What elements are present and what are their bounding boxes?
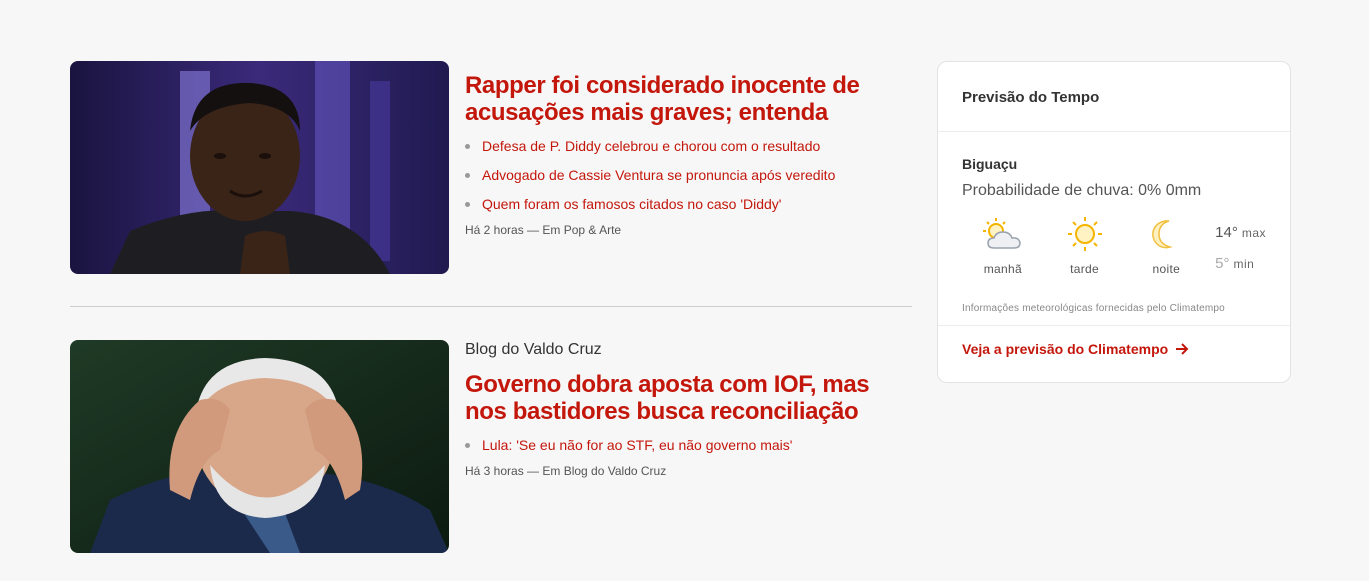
sun-icon	[1067, 217, 1102, 251]
weather-credit: Informações meteorológicas fornecidas pe…	[962, 303, 1225, 314]
related-link[interactable]: Lula: 'Se eu não for ao STF, eu não gove…	[482, 437, 792, 453]
news-content: Rapper foi considerado inocente de acusa…	[465, 61, 912, 274]
news-thumbnail-rapper[interactable]	[70, 61, 449, 274]
temp-max: 14° max	[1215, 224, 1266, 241]
news-divider	[70, 306, 912, 307]
moon-icon	[1152, 220, 1174, 249]
temp-max-label: max	[1241, 226, 1267, 240]
related-links: Lula: 'Se eu não for ao STF, eu não gove…	[465, 437, 912, 454]
related-item: Lula: 'Se eu não for ao STF, eu não gove…	[465, 437, 912, 454]
period-morning: manhã	[962, 216, 1044, 276]
news-item: Rapper foi considerado inocente de acusa…	[70, 61, 912, 274]
period-label: tarde	[1070, 262, 1099, 276]
news-meta: Há 2 horas — Em Pop & Arte	[465, 223, 622, 237]
period-afternoon: tarde	[1044, 216, 1126, 276]
news-headline[interactable]: Rapper foi considerado inocente de acusa…	[465, 72, 912, 126]
news-kicker[interactable]: Blog do Valdo Cruz	[465, 340, 912, 359]
temperatures: 14° max 5° min	[1215, 216, 1266, 272]
news-content: Blog do Valdo Cruz Governo dobra aposta …	[465, 340, 912, 553]
related-item: Defesa de P. Diddy celebrou e chorou com…	[465, 138, 912, 155]
weather-body: Biguaçu Probabilidade de chuva: 0% 0mm m…	[938, 132, 1290, 314]
related-link[interactable]: Quem foram os famosos citados no caso 'D…	[482, 196, 781, 212]
related-item: Quem foram os famosos citados no caso 'D…	[465, 196, 912, 213]
news-meta: Há 3 horas — Em Blog do Valdo Cruz	[465, 464, 667, 478]
climatempo-link[interactable]: Veja a previsão do Climatempo	[962, 341, 1189, 357]
related-item: Advogado de Cassie Ventura se pronuncia …	[465, 167, 912, 184]
arrow-right-icon	[1176, 343, 1189, 355]
climatempo-link-label: Veja a previsão do Climatempo	[962, 341, 1169, 357]
related-link[interactable]: Advogado de Cassie Ventura se pronuncia …	[482, 167, 835, 183]
news-headline[interactable]: Governo dobra aposta com IOF, mas nos ba…	[465, 371, 912, 425]
temp-max-value: 14°	[1215, 224, 1238, 241]
period-night: noite	[1125, 216, 1207, 276]
related-link[interactable]: Defesa de P. Diddy celebrou e chorou com…	[482, 138, 820, 154]
temp-min: 5° min	[1215, 255, 1266, 272]
news-feed: Rapper foi considerado inocente de acusa…	[70, 61, 912, 553]
weather-footer: Veja a previsão do Climatempo	[938, 325, 1290, 359]
temp-min-value: 5°	[1215, 255, 1230, 272]
rain-probability: Probabilidade de chuva: 0% 0mm	[962, 182, 1202, 199]
related-links: Defesa de P. Diddy celebrou e chorou com…	[465, 138, 912, 213]
period-label: manhã	[983, 262, 1022, 276]
temp-min-label: min	[1233, 257, 1255, 271]
weather-city: Biguaçu	[962, 156, 1018, 172]
weather-title: Previsão do Tempo	[938, 62, 1290, 132]
partly-cloudy-icon	[982, 218, 1021, 249]
news-thumbnail-lula[interactable]	[70, 340, 449, 553]
weather-widget: Previsão do Tempo Biguaçu Probabilidade …	[937, 61, 1291, 383]
weather-periods: manhã tarde noite 14° max 5° min	[962, 216, 1266, 276]
news-item: Blog do Valdo Cruz Governo dobra aposta …	[70, 340, 912, 553]
period-label: noite	[1152, 262, 1181, 276]
